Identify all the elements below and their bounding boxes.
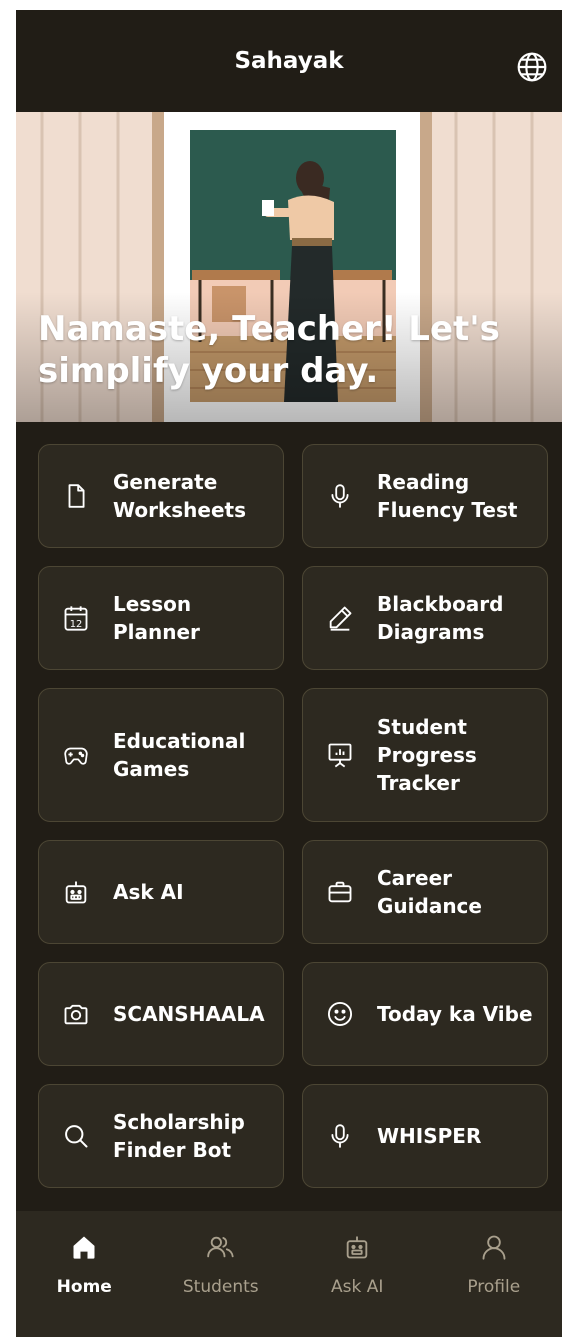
career-guidance-button[interactable]: Career Guidance (302, 840, 548, 944)
briefcase-icon (325, 877, 355, 907)
nav-profile-label: Profile (467, 1277, 521, 1297)
search-icon (61, 1121, 91, 1151)
camera-icon (61, 999, 91, 1029)
hero-greeting: Namaste, Teacher! Let's simplify your da… (38, 309, 500, 391)
nav-students[interactable]: Students (153, 1211, 290, 1337)
gamepad-icon (61, 740, 91, 770)
bottom-navigation: Home Students Ask AI Profile (16, 1211, 562, 1337)
pencil-icon (325, 603, 355, 633)
scanshaala-button[interactable]: SCANSHAALA (38, 962, 284, 1066)
scanshaala-label: SCANSHAALA (113, 1002, 265, 1026)
reading-fluency-test-button[interactable]: Reading Fluency Test (302, 444, 548, 548)
nav-ask-ai[interactable]: Ask AI (289, 1211, 426, 1337)
scholarship-finder-bot-label: Scholarship Finder Bot (113, 1110, 245, 1162)
home-icon (68, 1231, 100, 1263)
whisper-button[interactable]: WHISPER (302, 1084, 548, 1188)
users-icon (205, 1231, 237, 1263)
today-ka-vibe-button[interactable]: Today ka Vibe (302, 962, 548, 1066)
blackboard-diagrams-button[interactable]: Blackboard Diagrams (302, 566, 548, 670)
feature-grid: Generate Worksheets Reading Fluency Test… (38, 444, 548, 1206)
app-title: Sahayak (234, 48, 344, 74)
nav-ask-ai-label: Ask AI (331, 1277, 384, 1297)
user-icon (478, 1231, 510, 1263)
nav-students-label: Students (182, 1277, 259, 1297)
scholarship-finder-bot-button[interactable]: Scholarship Finder Bot (38, 1084, 284, 1188)
blackboard-diagrams-label: Blackboard Diagrams (377, 592, 504, 644)
ask-ai-label: Ask AI (113, 880, 184, 904)
reading-fluency-test-label: Reading Fluency Test (377, 470, 518, 522)
educational-games-button[interactable]: Educational Games (38, 688, 284, 822)
educational-games-label: Educational Games (113, 729, 246, 781)
lesson-planner-label: Lesson Planner (113, 592, 200, 644)
whisper-label: WHISPER (377, 1124, 482, 1148)
document-icon (61, 481, 91, 511)
today-ka-vibe-label: Today ka Vibe (377, 1002, 533, 1026)
top-bar: Sahayak (16, 10, 562, 112)
nav-home-label: Home (56, 1277, 112, 1297)
generate-worksheets-label: Generate Worksheets (113, 470, 246, 522)
student-progress-tracker-button[interactable]: Student Progress Tracker (302, 688, 548, 822)
nav-profile[interactable]: Profile (426, 1211, 562, 1337)
generate-worksheets-button[interactable]: Generate Worksheets (38, 444, 284, 548)
ask-ai-button[interactable]: Ask AI (38, 840, 284, 944)
lesson-planner-button[interactable]: 12 Lesson Planner (38, 566, 284, 670)
robot-icon (61, 877, 91, 907)
student-progress-tracker-label: Student Progress Tracker (377, 715, 477, 795)
calendar-icon: 12 (61, 603, 91, 633)
nav-home[interactable]: Home (16, 1211, 153, 1337)
career-guidance-label: Career Guidance (377, 866, 482, 918)
calendar-date-text: 12 (70, 619, 83, 630)
microphone-icon (325, 1121, 355, 1151)
globe-icon[interactable] (516, 51, 548, 83)
microphone-icon (325, 481, 355, 511)
robot-icon (341, 1231, 373, 1263)
presentation-chart-icon (325, 740, 355, 770)
smiley-icon (325, 999, 355, 1029)
app-screen: Sahayak Namaste, Teacher! Let's simplify… (16, 10, 562, 1337)
hero-banner: Namaste, Teacher! Let's simplify your da… (16, 112, 562, 422)
